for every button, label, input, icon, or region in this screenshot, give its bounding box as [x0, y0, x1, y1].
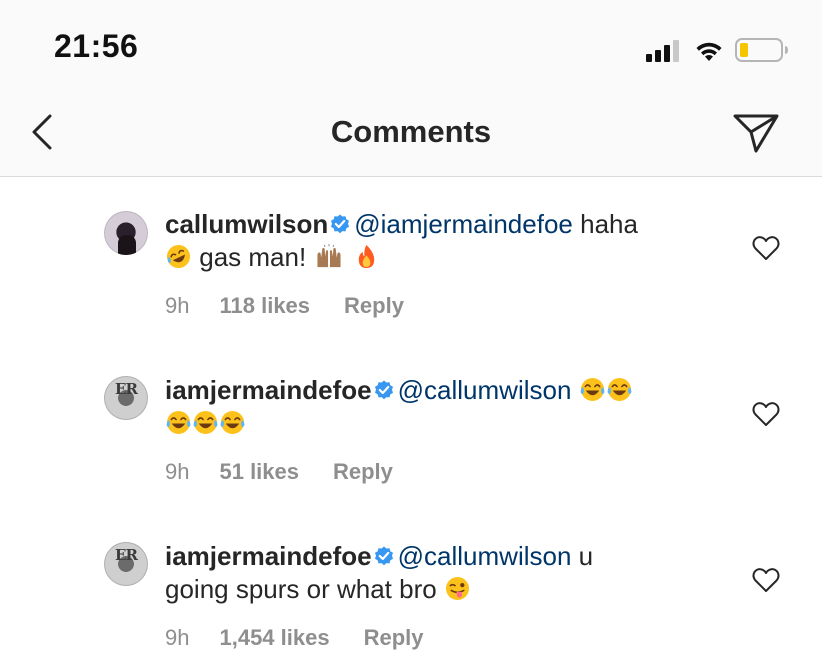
wifi-icon: [696, 42, 722, 61]
comment-text: callumwilson @iamjermaindefoe haha gas ma…: [165, 208, 710, 274]
comment-mention[interactable]: @callumwilson: [398, 541, 572, 571]
comment-meta: 9h 51 likes Reply: [165, 459, 393, 485]
comment-content: haha: [580, 209, 638, 239]
comment-username[interactable]: iamjermaindefoe: [165, 541, 372, 571]
avatar[interactable]: ER: [104, 542, 148, 586]
raising-hands-emoji: [317, 244, 341, 268]
comment-meta: 9h 1,454 likes Reply: [165, 625, 424, 651]
heart-icon[interactable]: [752, 567, 780, 593]
like-count[interactable]: 1,454 likes: [219, 625, 329, 650]
fire-emoji: [358, 244, 374, 269]
battery-icon: [735, 38, 788, 62]
comment-content-2: going spurs or what bro: [165, 574, 437, 604]
reply-button[interactable]: Reply: [364, 625, 424, 650]
tears-of-joy-emoji: [607, 377, 632, 402]
comment-meta: 9h 118 likes Reply: [165, 293, 404, 319]
comment-mention[interactable]: @iamjermaindefoe: [354, 209, 573, 239]
heart-icon[interactable]: [752, 401, 780, 427]
tears-of-joy-emoji: [166, 410, 191, 435]
verified-badge-icon: [374, 546, 393, 566]
comment-time: 9h: [165, 625, 190, 650]
like-count[interactable]: 118 likes: [219, 293, 310, 318]
comment-username[interactable]: iamjermaindefoe: [165, 375, 372, 405]
signal-icon: [646, 40, 679, 62]
paper-plane-icon[interactable]: [732, 110, 780, 154]
comment-text: iamjermaindefoe @callumwilson: [165, 374, 710, 440]
reply-button[interactable]: Reply: [333, 459, 393, 484]
tears-of-joy-emoji: [193, 410, 218, 435]
verified-badge-icon: [374, 380, 393, 400]
verified-badge-icon: [331, 214, 350, 234]
like-count[interactable]: 51 likes: [219, 459, 299, 484]
comment-time: 9h: [165, 459, 190, 484]
reply-button[interactable]: Reply: [344, 293, 404, 318]
comment-text: iamjermaindefoe @callumwilson u going spu…: [165, 540, 710, 606]
avatar[interactable]: ER: [104, 376, 148, 420]
comment-content: u: [578, 541, 594, 571]
heart-icon[interactable]: [752, 235, 780, 261]
header-bar: Comments: [0, 100, 822, 177]
status-time: 21:56: [54, 28, 139, 64]
rolling-on-floor-laughing-emoji: [166, 244, 191, 269]
tears-of-joy-emoji: [220, 410, 245, 435]
status-bar: 21:56: [0, 0, 822, 100]
comment-username[interactable]: callumwilson: [165, 209, 328, 239]
comment-time: 9h: [165, 293, 190, 318]
comment-mention[interactable]: @callumwilson: [398, 375, 572, 405]
tears-of-joy-emoji: [580, 377, 605, 402]
comment-content-2: gas man!: [199, 242, 307, 272]
winking-face-with-tongue-emoji: [445, 576, 469, 601]
avatar[interactable]: [104, 211, 148, 255]
page-title: Comments: [330, 114, 492, 149]
